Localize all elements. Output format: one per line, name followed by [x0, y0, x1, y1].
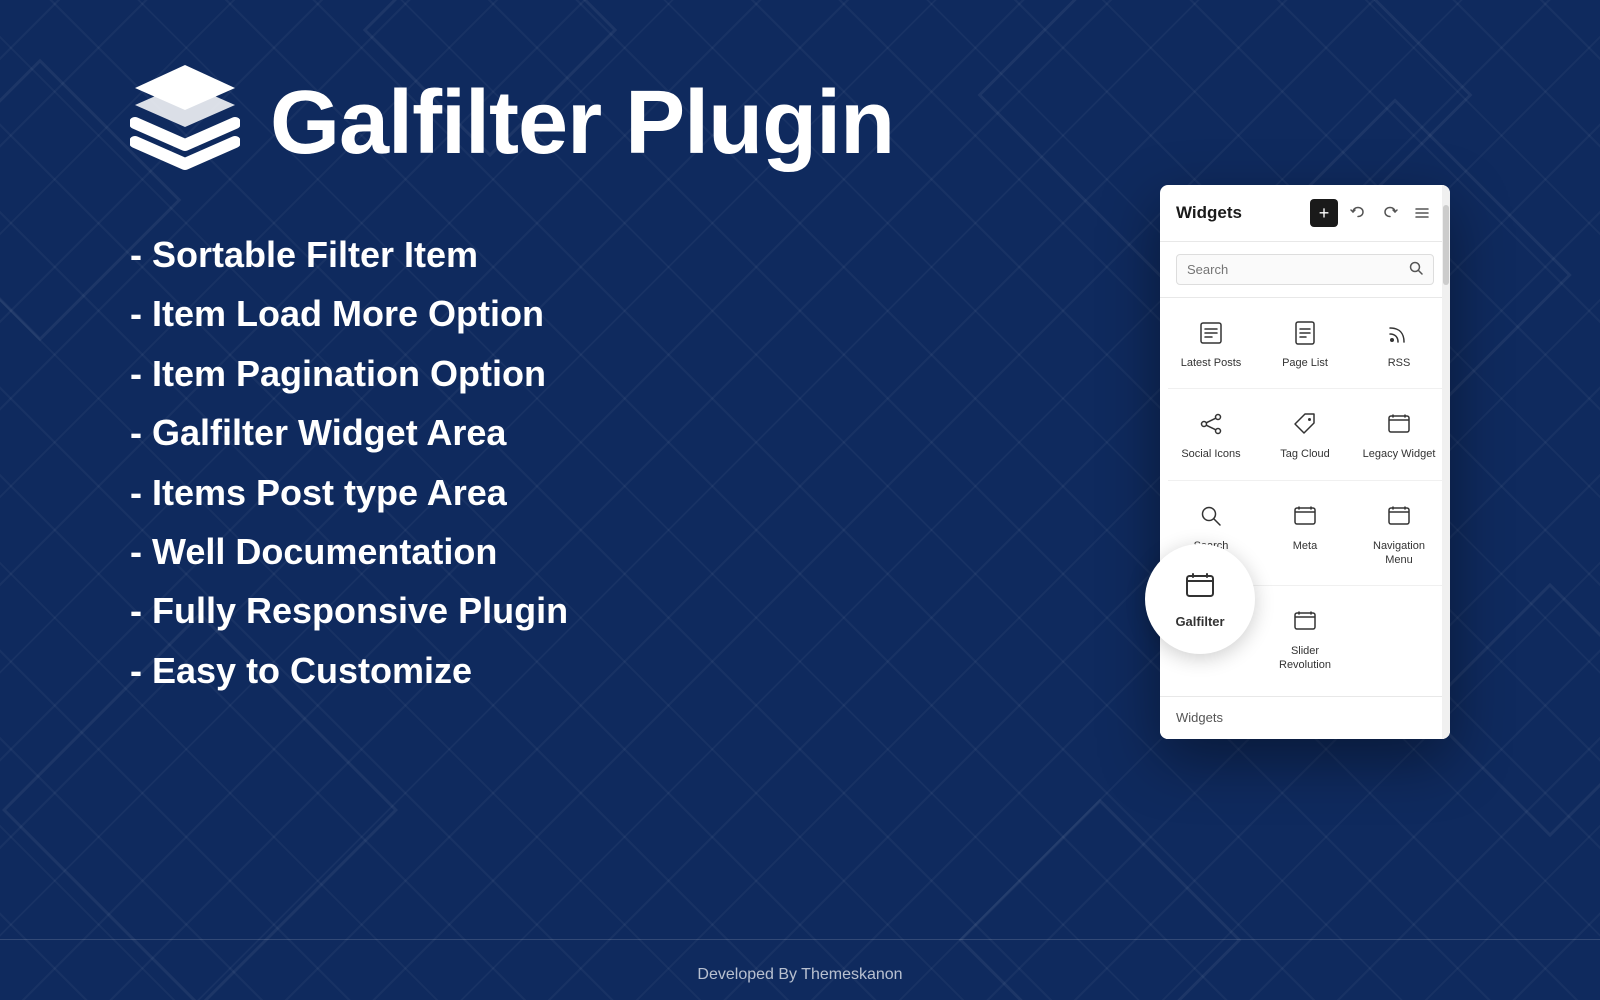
features-list: - Sortable Filter Item - Item Load More … [130, 205, 1100, 700]
main-content: - Sortable Filter Item - Item Load More … [0, 205, 1600, 939]
page-title: Galfilter Plugin [270, 78, 894, 168]
feature-item-5: - Items Post type Area [130, 463, 1100, 522]
widget-nav-menu[interactable]: Navigation Menu [1352, 489, 1446, 578]
galfilter-circle-icon [1184, 570, 1216, 610]
logo-icon [130, 60, 240, 185]
main-container: Galfilter Plugin - Sortable Filter Item … [0, 0, 1600, 1000]
scrollbar[interactable] [1442, 185, 1450, 739]
feature-item-3: - Item Pagination Option [130, 344, 1100, 403]
search-input-wrap[interactable] [1176, 254, 1434, 285]
widget-rss[interactable]: RSS [1352, 306, 1446, 380]
latest-posts-icon [1198, 320, 1224, 350]
feature-item-1: - Sortable Filter Item [130, 225, 1100, 284]
widget-panel: Widgets + [1160, 185, 1450, 739]
page-footer: Developed By Themeskanon [0, 950, 1600, 1000]
page-list-icon [1292, 320, 1318, 350]
widget-page-list[interactable]: Page List [1258, 306, 1352, 380]
nav-menu-icon [1386, 503, 1412, 533]
redo-button[interactable] [1378, 201, 1402, 225]
widget-latest-posts[interactable]: Latest Posts [1164, 306, 1258, 380]
widget-legacy[interactable]: Legacy Widget [1352, 397, 1446, 471]
rss-icon [1386, 320, 1412, 350]
widgets-header: Widgets + [1160, 185, 1450, 242]
widget-slider-rev[interactable]: Slider Revolution [1258, 594, 1352, 688]
widget-social-icons[interactable]: Social Icons [1164, 397, 1258, 471]
tag-cloud-icon [1292, 411, 1318, 441]
credit-text: Developed By Themeskanon [697, 966, 902, 983]
nav-menu-label: Navigation Menu [1360, 539, 1438, 568]
social-icons-icon [1198, 411, 1224, 441]
feature-item-8: - Easy to Customize [130, 641, 1100, 700]
add-widget-button[interactable]: + [1310, 199, 1338, 227]
widget-search-icon [1198, 503, 1224, 533]
widget-tag-cloud[interactable]: Tag Cloud [1258, 397, 1352, 471]
widgets-footer-text: Widgets [1176, 710, 1223, 725]
feature-item-4: - Galfilter Widget Area [130, 403, 1100, 462]
widgets-grid-row1: Latest Posts Page List [1160, 298, 1450, 388]
galfilter-widget-circle[interactable]: Galfilter [1145, 544, 1255, 654]
footer-divider [0, 939, 1600, 940]
widget-panel-wrapper: Widgets + [1160, 185, 1470, 739]
scrollbar-thumb[interactable] [1443, 205, 1449, 285]
legacy-widget-label: Legacy Widget [1363, 447, 1436, 461]
slider-rev-icon [1292, 608, 1318, 638]
latest-posts-label: Latest Posts [1181, 356, 1242, 370]
tag-cloud-label: Tag Cloud [1280, 447, 1330, 461]
widgets-footer: Widgets [1160, 696, 1450, 739]
meta-label: Meta [1293, 539, 1317, 553]
widgets-title: Widgets [1176, 203, 1302, 223]
search-icon[interactable] [1409, 261, 1423, 278]
feature-item-7: - Fully Responsive Plugin [130, 581, 1100, 640]
search-input[interactable] [1187, 262, 1409, 277]
social-icons-label: Social Icons [1181, 447, 1240, 461]
feature-item-6: - Well Documentation [130, 522, 1100, 581]
undo-button[interactable] [1346, 201, 1370, 225]
meta-icon [1292, 503, 1318, 533]
slider-rev-label: Slider Revolution [1266, 644, 1344, 673]
page-list-label: Page List [1282, 356, 1328, 370]
feature-item-2: - Item Load More Option [130, 284, 1100, 343]
rss-label: RSS [1388, 356, 1411, 370]
widgets-grid-row2: Social Icons Tag Cloud [1160, 389, 1450, 479]
legacy-widget-icon [1386, 411, 1412, 441]
search-area [1160, 242, 1450, 298]
galfilter-circle-label: Galfilter [1175, 614, 1224, 629]
widget-meta[interactable]: Meta [1258, 489, 1352, 578]
menu-button[interactable] [1410, 201, 1434, 225]
header-area: Galfilter Plugin [0, 0, 1600, 205]
